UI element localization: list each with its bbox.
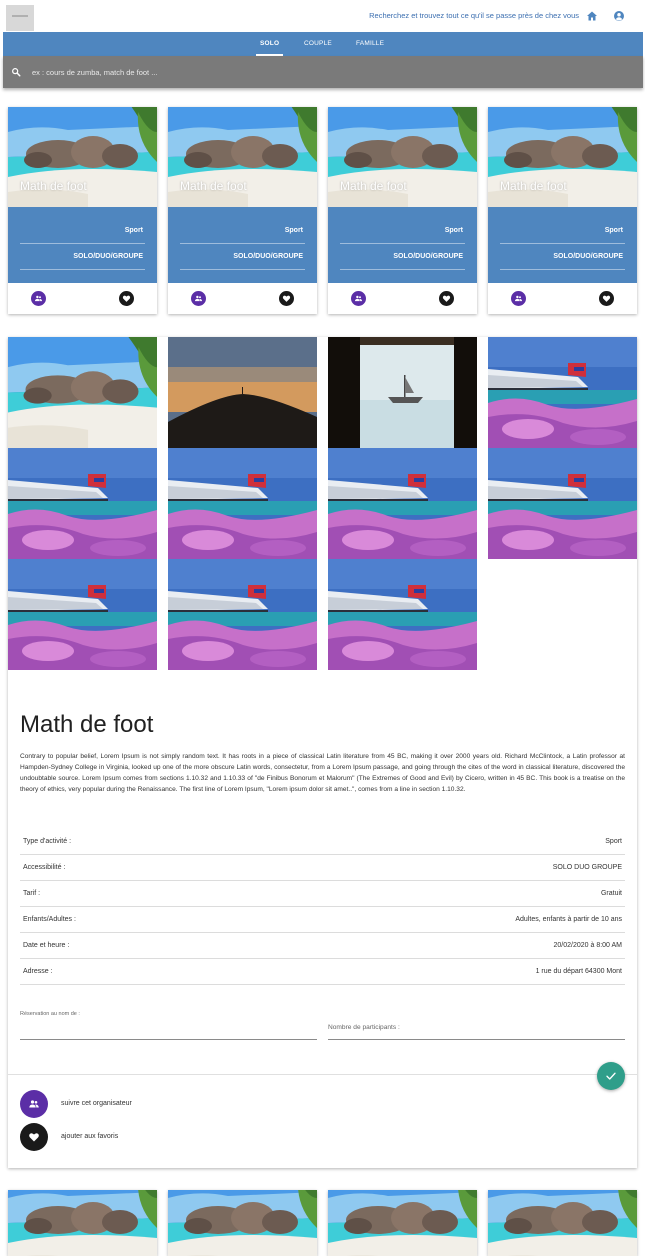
card-title: Math de foot (20, 179, 87, 193)
info-label: Type d'activité : (23, 838, 72, 845)
reservation-name-field[interactable]: Réservation au nom de : (20, 1011, 317, 1040)
info-label: Adresse : (23, 968, 53, 975)
activity-detail-panel: Math de foot Contrary to popular belief,… (8, 337, 637, 1168)
gallery-image[interactable] (168, 337, 317, 448)
heart-icon (28, 1131, 40, 1143)
group-icon (28, 1098, 40, 1110)
tab-famille[interactable]: FAMILLE (356, 40, 384, 47)
follow-button[interactable] (191, 291, 206, 306)
info-value: 20/02/2020 à 8:00 AM (553, 942, 623, 949)
info-row: Enfants/Adultes : Adultes, enfants à par… (20, 907, 625, 933)
favorite-button[interactable] (279, 291, 294, 306)
group-icon (194, 294, 203, 303)
card-category: Sport (284, 227, 303, 234)
card-accessibility: SOLO/DUO/GROUPE (73, 253, 143, 260)
search-input[interactable] (32, 65, 532, 79)
info-value: Sport (605, 838, 622, 845)
card-accessibility: SOLO/DUO/GROUPE (553, 253, 623, 260)
gallery-image[interactable] (328, 448, 477, 559)
info-label: Tarif : (23, 890, 41, 897)
confirm-button[interactable] (597, 1062, 625, 1090)
info-value: Adultes, enfants à partir de 10 ans (515, 916, 622, 923)
search-bar (3, 56, 643, 88)
gallery-image[interactable] (8, 559, 157, 670)
gallery-image[interactable] (328, 559, 477, 670)
add-favorite-label[interactable]: ajouter aux favoris (61, 1133, 118, 1140)
gallery-image[interactable] (488, 448, 637, 559)
search-icon (12, 68, 21, 77)
participants-field[interactable]: Nombre de participants : (328, 1018, 625, 1040)
account-circle-icon[interactable] (613, 10, 625, 22)
follow-button[interactable] (351, 291, 366, 306)
heart-icon (122, 294, 131, 303)
reservation-name-input[interactable] (20, 1025, 317, 1037)
card-body: Sport SOLO/DUO/GROUPE (168, 207, 317, 283)
info-label: Enfants/Adultes : (23, 916, 76, 923)
follow-organizer-button[interactable] (20, 1090, 48, 1118)
card-body: Sport SOLO/DUO/GROUPE (488, 207, 637, 283)
card-accessibility: SOLO/DUO/GROUPE (393, 253, 463, 260)
tab-couple[interactable]: COUPLE (304, 40, 332, 47)
info-value: Gratuit (600, 890, 622, 897)
activity-card[interactable]: Math de foot Sport SOLO/DUO/GROUPE (488, 107, 637, 314)
card-category: Sport (444, 227, 463, 234)
follow-button[interactable] (31, 291, 46, 306)
gallery-image[interactable] (168, 448, 317, 559)
activity-card[interactable]: Math de foot Sport SOLO/DUO/GROUPE (8, 107, 157, 314)
check-icon (606, 1072, 616, 1080)
group-icon (514, 294, 523, 303)
group-icon (354, 294, 363, 303)
gallery-image[interactable] (8, 337, 157, 448)
info-label: Accessibilité : (23, 864, 66, 871)
info-row: Accessibilité : SOLO DUO GROUPE (20, 855, 625, 881)
activity-card[interactable] (328, 1190, 477, 1256)
follow-button[interactable] (511, 291, 526, 306)
home-icon[interactable] (586, 10, 598, 22)
card-accessibility: SOLO/DUO/GROUPE (233, 253, 303, 260)
favorite-button[interactable] (119, 291, 134, 306)
divider (8, 1074, 637, 1075)
activity-card[interactable]: Math de foot Sport SOLO/DUO/GROUPE (328, 107, 477, 314)
info-label: Date et heure : (23, 942, 70, 949)
participants-input[interactable] (328, 1025, 625, 1037)
info-value: SOLO DUO GROUPE (552, 864, 622, 871)
heart-icon (442, 294, 451, 303)
card-title: Math de foot (340, 179, 407, 193)
card-category: Sport (604, 227, 623, 234)
detail-title: Math de foot (20, 711, 154, 738)
group-icon (34, 294, 43, 303)
activity-card[interactable] (8, 1190, 157, 1256)
heart-icon (282, 294, 291, 303)
info-value: 1 rue du départ 64300 Mont (535, 968, 622, 975)
reservation-name-label: Réservation au nom de : (20, 1011, 80, 1017)
card-title: Math de foot (500, 179, 567, 193)
activity-card[interactable]: Math de foot Sport SOLO/DUO/GROUPE (168, 107, 317, 314)
follow-organizer-label[interactable]: suivre cet organisateur (61, 1100, 132, 1107)
info-row: Adresse : 1 rue du départ 64300 Mont (20, 959, 625, 985)
card-body: Sport SOLO/DUO/GROUPE (328, 207, 477, 283)
card-body: Sport SOLO/DUO/GROUPE (8, 207, 157, 283)
tab-solo[interactable]: SOLO (255, 40, 284, 56)
card-category: Sport (124, 227, 143, 234)
info-row: Type d'activité : Sport (20, 829, 625, 855)
gallery-image[interactable] (8, 448, 157, 559)
favorite-button[interactable] (439, 291, 454, 306)
card-title: Math de foot (180, 179, 247, 193)
heart-icon (602, 294, 611, 303)
activity-card[interactable] (168, 1190, 317, 1256)
gallery-image[interactable] (328, 337, 477, 448)
page: Recherchez et trouvez tout ce qu'il se p… (0, 0, 645, 1256)
favorite-button[interactable] (599, 291, 614, 306)
logo[interactable] (6, 5, 34, 31)
add-favorite-button[interactable] (20, 1123, 48, 1151)
top-bar: Recherchez et trouvez tout ce qu'il se p… (3, 0, 643, 32)
tabs-bar: SOLO COUPLE FAMILLE (3, 32, 643, 56)
gallery-image[interactable] (168, 559, 317, 670)
info-row: Tarif : Gratuit (20, 881, 625, 907)
activity-card[interactable] (488, 1190, 637, 1256)
header-search-hint[interactable]: Recherchez et trouvez tout ce qu'il se p… (369, 11, 579, 20)
gallery-image[interactable] (488, 337, 637, 448)
detail-description: Contrary to popular belief, Lorem Ipsum … (20, 753, 625, 793)
info-row: Date et heure : 20/02/2020 à 8:00 AM (20, 933, 625, 959)
